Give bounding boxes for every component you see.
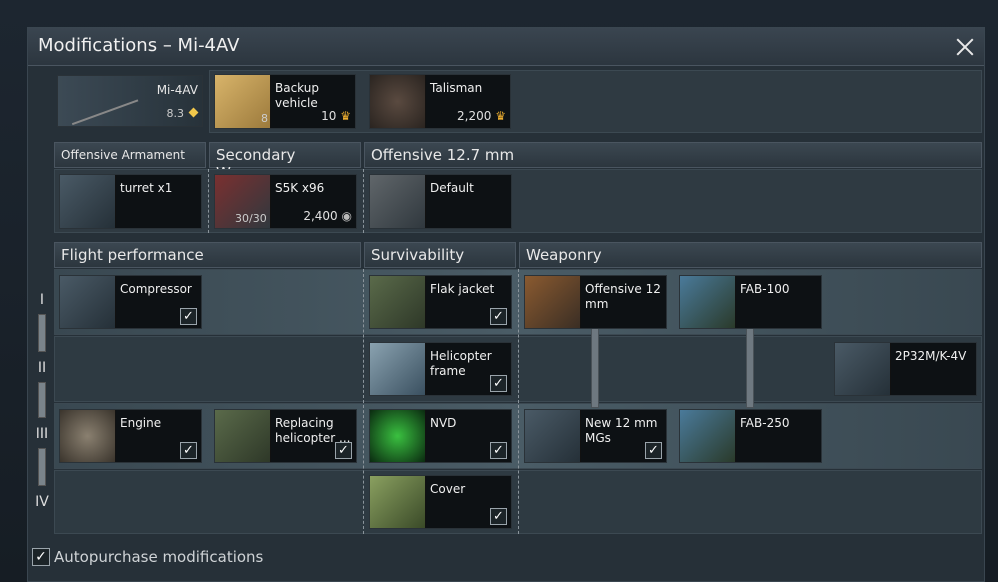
s5k-card[interactable]: S5K x96 30/30 2,400 ◉	[214, 174, 357, 229]
mod-fab-250[interactable]: FAB-250	[679, 409, 822, 463]
mod-connector	[591, 328, 599, 408]
window-title: Modifications – Mi-4AV	[38, 35, 240, 56]
mod-cover[interactable]: Cover ✓	[369, 475, 512, 529]
autopurchase-toggle[interactable]: ✓ Autopurchase modifications	[32, 548, 263, 566]
researched-checkmark: ✓	[180, 442, 197, 459]
mod-name: 2P32M/K-4V	[895, 349, 967, 363]
researched-checkmark: ✓	[335, 442, 352, 459]
mod-flak-jacket[interactable]: Flak jacket ✓	[369, 275, 512, 329]
header-offensive-armament: Offensive Armament	[54, 142, 206, 168]
tier-label: III	[35, 426, 49, 442]
machine-gun-icon	[525, 410, 581, 462]
mod-offensive-12mm[interactable]: Offensive 12 mm	[524, 275, 667, 329]
tier-progress-bar	[38, 448, 46, 486]
tier-label: IV	[35, 494, 49, 510]
cover-icon	[370, 476, 426, 528]
researched-checkmark: ✓	[645, 442, 662, 459]
header-flight-performance: Flight performance	[54, 242, 361, 268]
s5k-name: S5K x96	[275, 181, 325, 195]
mod-name: Engine	[120, 416, 162, 430]
header-survivability: Survivability	[364, 242, 516, 268]
turret-name: turret x1	[120, 181, 173, 195]
turret-card[interactable]: turret x1	[59, 174, 202, 229]
backup-vehicle-name: Backup vehicle	[275, 81, 319, 110]
vehicle-card[interactable]: Mi-4AV 8.3	[57, 75, 203, 127]
tier-label: II	[37, 360, 47, 376]
mod-name: FAB-100	[740, 282, 790, 296]
mod-helicopter-frame[interactable]: Helicopter frame ✓	[369, 342, 512, 396]
bomb-icon	[680, 276, 736, 328]
vehicle-br: 8.3	[166, 107, 185, 120]
mod-compressor[interactable]: Compressor ✓	[59, 275, 202, 329]
mod-fab-100[interactable]: FAB-100	[679, 275, 822, 329]
backup-price: 10 ♛	[321, 109, 351, 123]
compressor-icon	[60, 276, 116, 328]
flak-jacket-icon	[370, 276, 426, 328]
mod-name: Flak jacket	[430, 282, 495, 296]
night-vision-icon	[370, 410, 426, 462]
researched-checkmark: ✓	[180, 308, 197, 325]
bomb-icon	[680, 410, 736, 462]
turret-icon	[60, 175, 116, 228]
default-ammo-card[interactable]: Default	[369, 174, 512, 229]
mod-name: NVD	[430, 416, 457, 430]
mod-2p32m[interactable]: 2P32M/K-4V	[834, 342, 977, 396]
vehicle-name: Mi-4AV	[156, 83, 198, 97]
mod-replacing-helicopter[interactable]: Replacing helicopter ... ✓	[214, 409, 357, 463]
mod-name: Offensive 12 mm	[585, 282, 661, 311]
researched-checkmark: ✓	[490, 442, 507, 459]
mod-name: Cover	[430, 482, 466, 496]
backup-count: 8	[261, 112, 268, 125]
s5k-price: 2,400 ◉	[303, 209, 352, 223]
helicopter-frame-icon	[370, 343, 426, 395]
researched-checkmark: ✓	[490, 308, 507, 325]
mod-new-12mm-mgs[interactable]: New 12 mm MGs ✓	[524, 409, 667, 463]
autopurchase-checkbox[interactable]: ✓	[32, 548, 50, 566]
default-ammo-name: Default	[430, 181, 474, 195]
header-weaponry: Weaponry	[519, 242, 982, 268]
header-offensive-127: Offensive 12.7 mm	[364, 142, 982, 168]
section-divider	[518, 269, 519, 534]
modifications-window: Modifications – Mi-4AV Mi-4AV 8.3 Backup…	[27, 27, 985, 582]
rotor-blade-icon	[215, 410, 271, 462]
silver-lions-icon: ◉	[341, 209, 352, 223]
rocket-pod-icon	[835, 343, 891, 395]
talisman-icon	[370, 75, 426, 128]
s5k-ammo: 30/30	[235, 212, 267, 225]
br-diamond-icon	[188, 107, 199, 118]
header-secondary-weapons: Secondary Weapons	[209, 142, 361, 182]
ammo-icon	[525, 276, 581, 328]
talisman-card[interactable]: Talisman 2,200 ♛	[369, 74, 511, 129]
eagle-icon: ♛	[495, 109, 506, 123]
researched-checkmark: ✓	[490, 375, 507, 392]
talisman-name: Talisman	[430, 81, 483, 95]
section-divider	[363, 269, 364, 534]
talisman-price: 2,200 ♛	[457, 109, 506, 123]
close-icon[interactable]	[954, 36, 976, 58]
engine-icon	[60, 410, 116, 462]
weapons-divider	[363, 169, 364, 233]
tier-progress-bar	[38, 382, 46, 418]
mod-nvd[interactable]: NVD ✓	[369, 409, 512, 463]
eagle-icon: ♛	[340, 109, 351, 123]
mod-name: FAB-250	[740, 416, 790, 430]
backup-vehicle-card[interactable]: Backup vehicle 8 10 ♛	[214, 74, 356, 129]
mod-name: Compressor	[120, 282, 192, 296]
tier-label: I	[39, 292, 45, 308]
weapons-divider	[208, 169, 209, 233]
tier-progress-bar	[38, 314, 46, 352]
ammo-belt-icon	[370, 175, 426, 228]
titlebar: Modifications – Mi-4AV	[28, 28, 984, 66]
mod-connector	[746, 328, 754, 408]
mod-engine[interactable]: Engine ✓	[59, 409, 202, 463]
autopurchase-label: Autopurchase modifications	[54, 548, 264, 566]
researched-checkmark: ✓	[490, 508, 507, 525]
helicopter-icon	[63, 76, 139, 126]
